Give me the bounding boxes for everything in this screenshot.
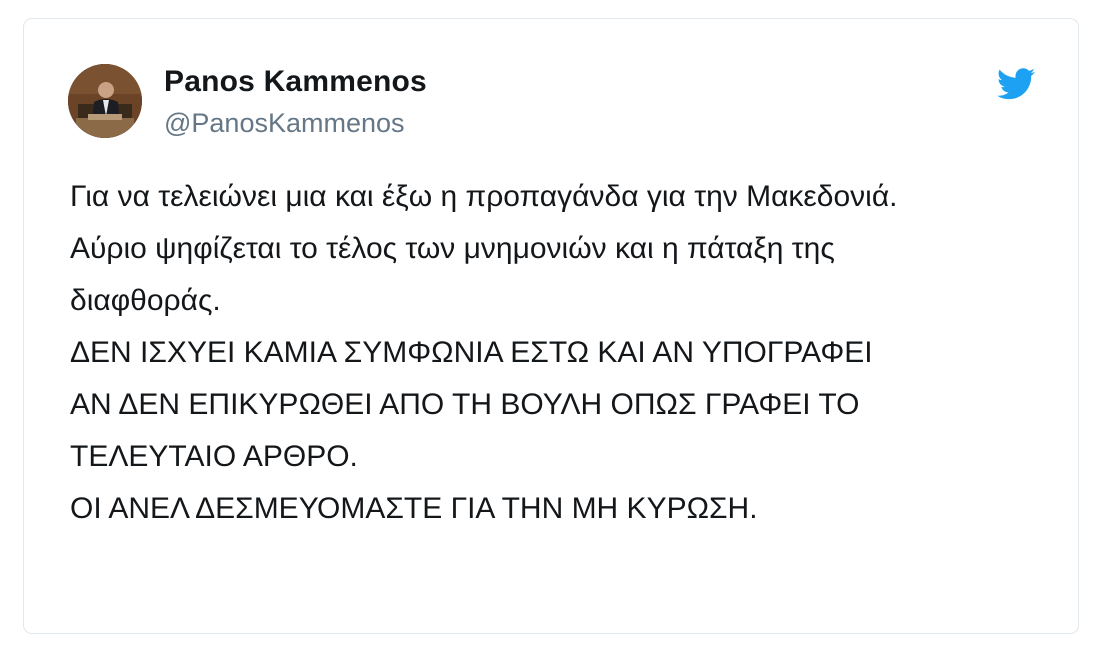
tweet-text-line: Αύριο ψηφίζεται το τέλος των μνημονιών κ…: [70, 232, 835, 265]
avatar[interactable]: [68, 64, 142, 138]
author-name[interactable]: Panos Kammenos: [164, 65, 427, 99]
tweet-text-line: ΟΙ ΑΝΕΛ ΔΕΣΜΕΥΟΜΑΣΤΕ ΓΙΑ ΤΗΝ ΜΗ ΚΥΡΩΣΗ.: [70, 492, 758, 525]
tweet-text-line: ΤΕΛΕΥΤΑΙΟ ΑΡΘΡΟ.: [70, 440, 358, 473]
tweet-text-line: διαφθοράς.: [70, 284, 221, 317]
tweet-text: Για να τελειώνει μια και έξω η προπαγάνδ…: [70, 171, 1050, 535]
author-handle[interactable]: @PanosKammenos: [164, 108, 405, 139]
twitter-bird-icon[interactable]: [997, 67, 1036, 101]
tweet-text-line: ΑΝ ΔΕΝ ΕΠΙΚΥΡΩΘΕΙ ΑΠΟ ΤΗ ΒΟΥΛΗ ΟΠΩΣ ΓΡΑΦ…: [70, 388, 860, 421]
tweet-text-line: Για να τελειώνει μια και έξω η προπαγάνδ…: [70, 180, 898, 213]
tweet-text-line: ΔΕΝ ΙΣΧΥΕΙ ΚΑΜΙΑ ΣΥΜΦΩΝΙΑ ΕΣΤΩ ΚΑΙ ΑΝ ΥΠ…: [70, 336, 873, 369]
tweet-card: Panos Kammenos @PanosKammenos Για να τελ…: [23, 18, 1079, 634]
